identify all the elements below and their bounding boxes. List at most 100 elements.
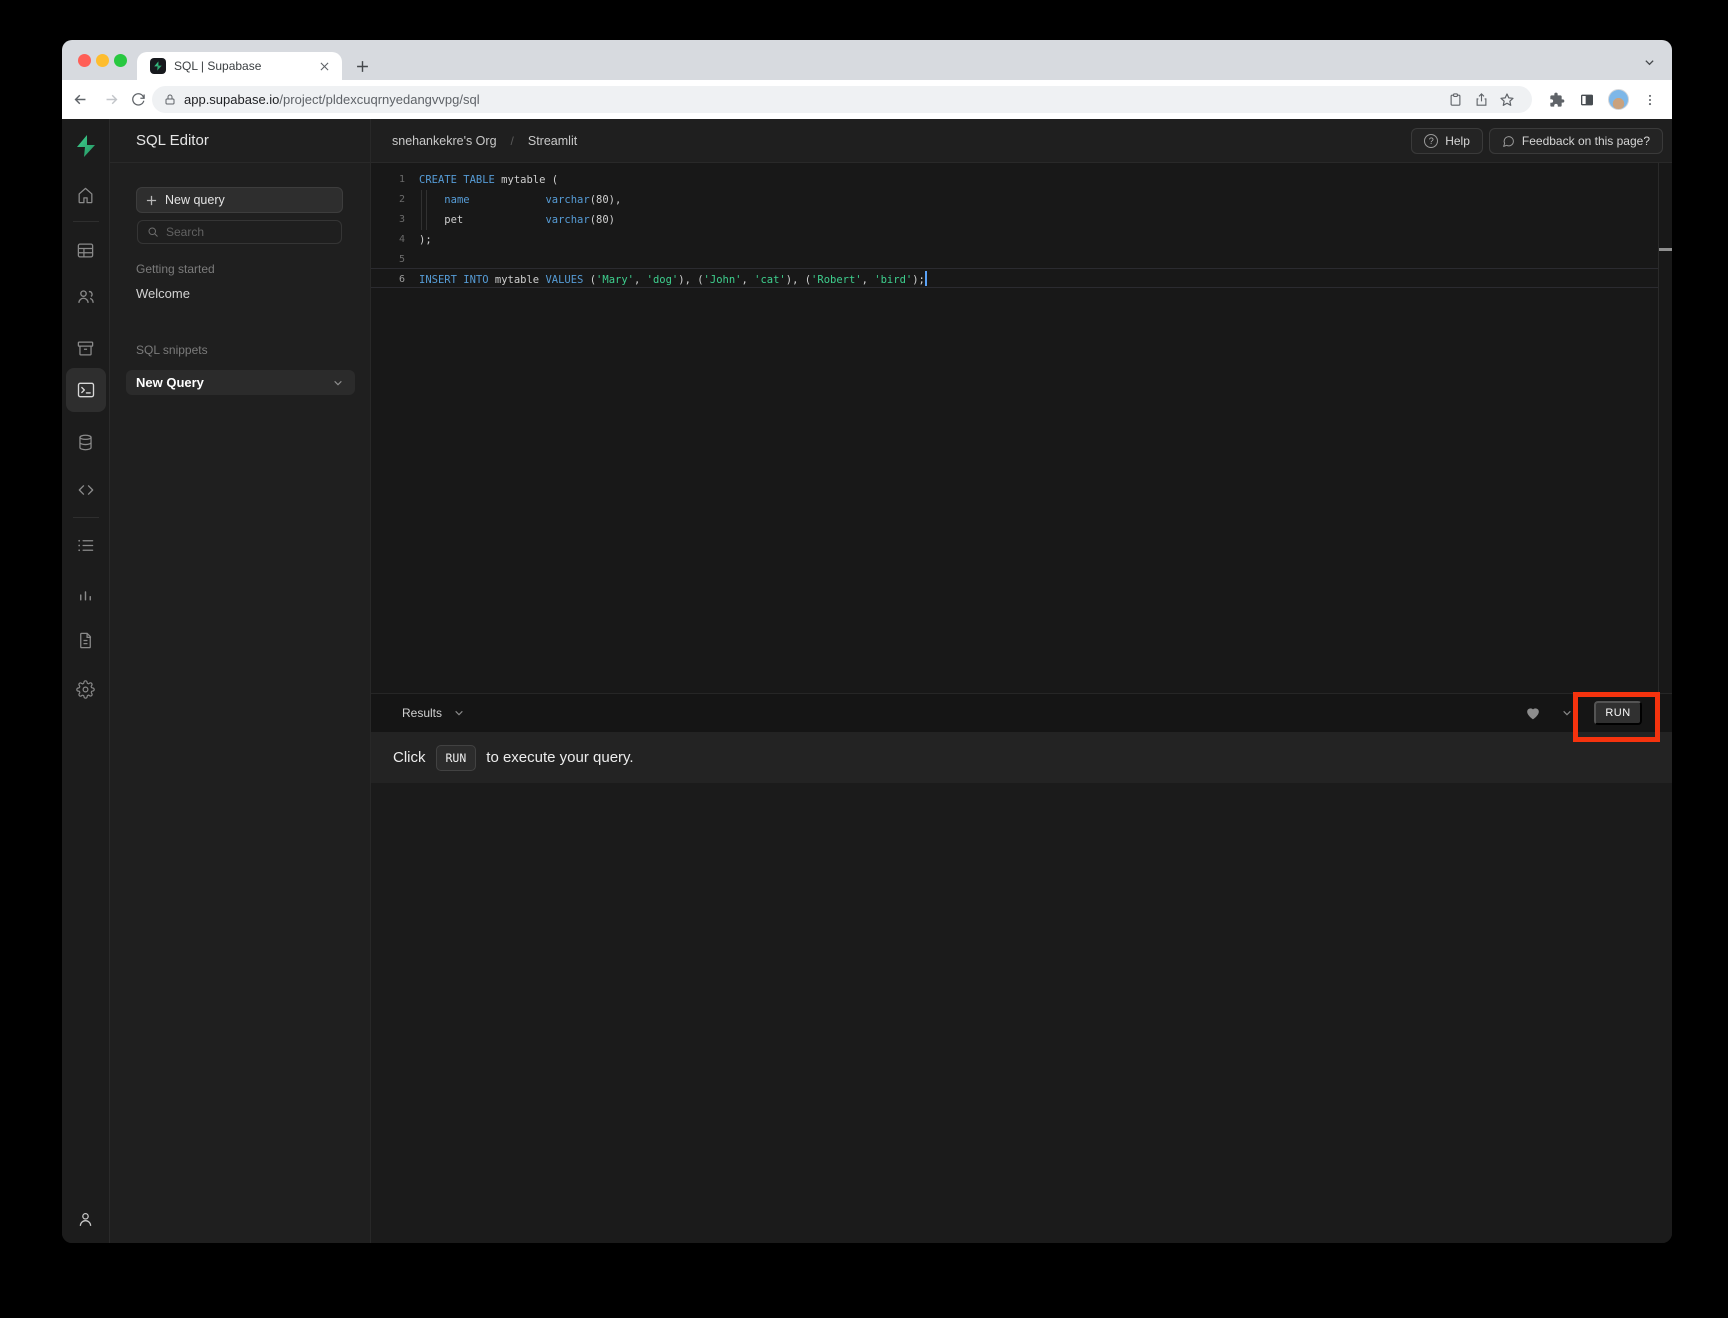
- plus-icon: [146, 195, 157, 206]
- tab-close-icon[interactable]: [316, 58, 332, 74]
- new-query-button-label: New query: [165, 193, 225, 207]
- new-query-button[interactable]: New query: [136, 187, 343, 213]
- breadcrumb-separator: /: [511, 134, 514, 148]
- code-line: 6INSERT INTO mytable VALUES ('Mary', 'do…: [371, 270, 1658, 290]
- chevron-down-icon[interactable]: [454, 708, 464, 718]
- logs-list-icon[interactable]: [76, 535, 96, 555]
- reports-chart-icon[interactable]: [76, 583, 96, 603]
- code-text: CREATE TABLE mytable (: [419, 170, 558, 190]
- code-lines: 1CREATE TABLE mytable (2 name varchar(80…: [371, 170, 1658, 290]
- menu-dots-icon[interactable]: [1639, 89, 1661, 110]
- browser-toolbar: app.supabase.io/project/pldexcuqrnyedang…: [62, 80, 1672, 119]
- indent-guide: [421, 190, 427, 210]
- supabase-logo[interactable]: [73, 133, 99, 159]
- line-number: 4: [371, 230, 419, 250]
- help-icon: ?: [1424, 134, 1438, 148]
- text-cursor: [925, 271, 927, 286]
- code-text: name varchar(80),: [419, 190, 621, 210]
- share-icon[interactable]: [1468, 90, 1494, 110]
- side-panel-icon[interactable]: [1576, 89, 1598, 110]
- traffic-close-button[interactable]: [78, 54, 91, 67]
- lock-icon: [164, 93, 176, 106]
- results-toolbar: Results RUN: [371, 693, 1672, 732]
- traffic-maximize-button[interactable]: [114, 54, 127, 67]
- breadcrumb: snehankekre's Org / Streamlit ? Help Fee…: [371, 119, 1672, 163]
- sidebar-item-label: New Query: [136, 375, 204, 390]
- message-suffix: to execute your query.: [486, 749, 633, 766]
- traffic-minimize-button[interactable]: [96, 54, 109, 67]
- line-number: 1: [371, 170, 419, 190]
- section-label-getting-started: Getting started: [136, 262, 215, 276]
- feedback-button[interactable]: Feedback on this page?: [1489, 128, 1663, 154]
- browser-tab[interactable]: SQL | Supabase: [137, 52, 342, 80]
- run-keycap: RUN: [436, 745, 477, 771]
- account-user-icon[interactable]: [76, 1209, 96, 1229]
- bookmark-star-icon[interactable]: [1494, 90, 1520, 110]
- code-text: );: [419, 230, 432, 250]
- breadcrumb-org[interactable]: snehankekre's Org: [392, 134, 497, 148]
- indent-guide: [421, 210, 427, 230]
- api-code-icon[interactable]: [76, 480, 96, 500]
- database-icon[interactable]: [76, 432, 96, 452]
- storage-icon[interactable]: [76, 338, 96, 358]
- supabase-favicon: [150, 58, 166, 74]
- profile-avatar[interactable]: [1608, 89, 1629, 110]
- search-field[interactable]: [137, 220, 342, 244]
- url-bar[interactable]: app.supabase.io/project/pldexcuqrnyedang…: [152, 86, 1532, 113]
- browser-window: SQL | Supabase: [62, 40, 1672, 1243]
- app-content: SQL Editor New query Getting started Wel…: [62, 119, 1672, 1243]
- empty-results-message: Click RUN to execute your query.: [371, 732, 1672, 783]
- code-line: 4);: [371, 230, 1658, 250]
- sql-code-editor[interactable]: 1CREATE TABLE mytable (2 name varchar(80…: [371, 163, 1672, 693]
- panel-title: SQL Editor: [110, 119, 370, 163]
- line-number: 6: [371, 270, 419, 290]
- sidebar-item-new-query[interactable]: New Query: [126, 370, 355, 395]
- sql-editor-icon[interactable]: [66, 368, 106, 412]
- code-text: INSERT INTO mytable VALUES ('Mary', 'dog…: [419, 270, 927, 290]
- tab-strip: SQL | Supabase: [62, 40, 1672, 80]
- results-dropdown[interactable]: Results: [402, 706, 442, 720]
- reload-icon[interactable]: [128, 89, 149, 110]
- sidebar-item-welcome[interactable]: Welcome: [136, 286, 190, 301]
- chevron-down-icon[interactable]: [1562, 708, 1572, 718]
- search-input[interactable]: [166, 225, 316, 239]
- code-line: 2 name varchar(80),: [371, 190, 1658, 210]
- section-label-sql-snippets: SQL snippets: [136, 343, 208, 357]
- code-text: pet varchar(80): [419, 210, 615, 230]
- annotation-rectangle: [1573, 692, 1660, 742]
- clipboard-icon[interactable]: [1442, 90, 1468, 110]
- settings-gear-icon[interactable]: [76, 679, 96, 699]
- sql-editor-panel: SQL Editor New query Getting started Wel…: [110, 119, 371, 1243]
- nav-rail: [62, 119, 110, 1243]
- home-icon[interactable]: [76, 185, 96, 205]
- help-button[interactable]: ? Help: [1411, 128, 1483, 154]
- editor-scrollbar[interactable]: [1658, 163, 1672, 693]
- tab-search-chevron-icon[interactable]: [1640, 53, 1658, 71]
- url-text: app.supabase.io/project/pldexcuqrnyedang…: [184, 92, 1442, 107]
- line-number: 2: [371, 190, 419, 210]
- code-line: 3 pet varchar(80): [371, 210, 1658, 230]
- message-prefix: Click: [393, 749, 426, 766]
- table-editor-icon[interactable]: [76, 240, 96, 260]
- chevron-down-icon[interactable]: [333, 378, 343, 388]
- breadcrumb-project[interactable]: Streamlit: [528, 134, 577, 148]
- extensions-icon[interactable]: [1546, 89, 1568, 110]
- desktop-background: SQL | Supabase: [0, 0, 1728, 1318]
- forward-icon[interactable]: [101, 89, 122, 110]
- favorite-heart-icon[interactable]: [1526, 707, 1540, 720]
- back-icon[interactable]: [70, 89, 91, 110]
- tab-title: SQL | Supabase: [174, 59, 316, 73]
- new-tab-button[interactable]: [350, 54, 374, 78]
- feedback-button-label: Feedback on this page?: [1522, 134, 1650, 148]
- line-number: 3: [371, 210, 419, 230]
- line-number: 5: [371, 250, 419, 270]
- rail-divider: [73, 517, 99, 518]
- chat-bubble-icon: [1502, 135, 1515, 148]
- docs-file-icon[interactable]: [76, 630, 96, 650]
- code-line: 1CREATE TABLE mytable (: [371, 170, 1658, 190]
- main-area: snehankekre's Org / Streamlit ? Help Fee…: [371, 119, 1672, 1243]
- help-button-label: Help: [1445, 134, 1470, 148]
- scrollbar-thumb[interactable]: [1659, 248, 1672, 251]
- auth-users-icon[interactable]: [76, 287, 96, 307]
- results-empty-area: [371, 783, 1672, 1243]
